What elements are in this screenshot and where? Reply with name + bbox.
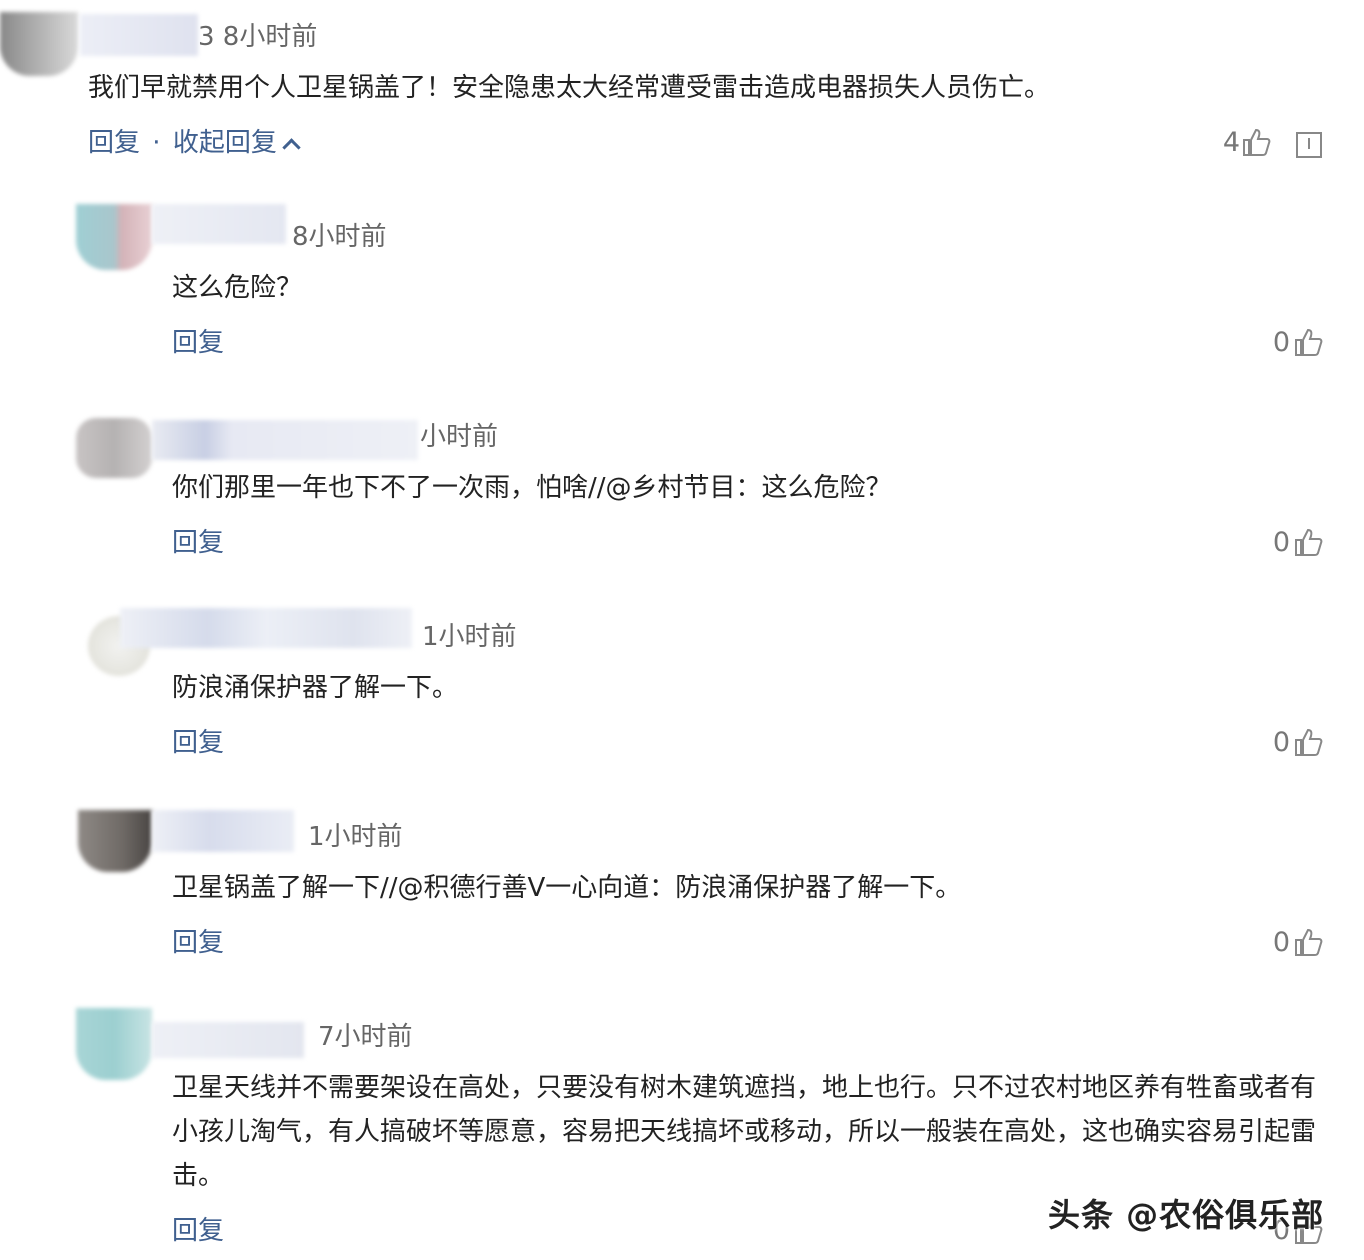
username-blurred[interactable] — [152, 810, 294, 852]
report-icon[interactable] — [1296, 132, 1322, 158]
reply-button[interactable]: 回复 — [172, 728, 224, 758]
watermark: 头条 @农俗俱乐部 — [1048, 1196, 1325, 1234]
comment-text: 卫星天线并不需要架设在高处，只要没有树木建筑遮挡，地上也行。只不过农村地区养有牲… — [172, 1073, 1317, 1191]
comment-text: 你们那里一年也下不了一次雨，怕啥//@乡村节目：这么危险？ — [172, 473, 892, 503]
collapse-replies-label[interactable]: 收起回复 — [173, 128, 277, 158]
avatar[interactable] — [76, 1008, 152, 1080]
reply-button[interactable]: 回复 — [172, 528, 224, 558]
comment-text: 卫星锅盖了解一下//@积德行善V一心向道：防浪涌保护器了解一下。 — [172, 873, 962, 903]
thumbs-up-icon[interactable] — [1240, 126, 1272, 158]
like-count: 0 — [1272, 727, 1290, 758]
like-count: 0 — [1272, 927, 1290, 958]
username-blurred[interactable] — [80, 14, 198, 56]
username-blurred[interactable] — [152, 1022, 304, 1058]
reply-label[interactable]: 回复 — [88, 128, 140, 158]
thumbs-up-icon[interactable] — [1292, 526, 1324, 558]
comment-time: 小时前 — [420, 422, 499, 452]
username-blurred[interactable] — [152, 420, 418, 460]
like-count: 0 — [1272, 327, 1290, 358]
reply-button[interactable]: 回复 — [172, 328, 224, 358]
avatar[interactable] — [0, 12, 78, 76]
avatar[interactable] — [76, 418, 152, 478]
comment-time: 1小时前 — [422, 622, 517, 652]
reply-button[interactable]: 回复 · 收起回复 — [88, 128, 301, 158]
comment-time: 7小时前 — [318, 1022, 413, 1052]
chevron-up-icon[interactable] — [282, 138, 301, 157]
comment-time: 3 8小时前 — [198, 22, 318, 52]
comment-text: 防浪涌保护器了解一下。 — [172, 673, 459, 703]
thumbs-up-icon[interactable] — [1292, 926, 1324, 958]
thumbs-up-icon[interactable] — [1292, 726, 1324, 758]
avatar[interactable] — [76, 204, 152, 270]
like-count: 4 — [1222, 127, 1240, 158]
like-count: 0 — [1272, 527, 1290, 558]
comment-text: 这么危险？ — [172, 273, 303, 303]
reply-button[interactable]: 回复 — [172, 1216, 224, 1246]
separator: · — [152, 128, 161, 158]
thumbs-up-icon[interactable] — [1292, 326, 1324, 358]
username-blurred[interactable] — [120, 608, 412, 648]
username-blurred[interactable] — [152, 204, 286, 244]
avatar[interactable] — [78, 810, 152, 872]
comment-text: 我们早就禁用个人卫星锅盖了！安全隐患太大经常遭受雷击造成电器损失人员伤亡。 — [88, 73, 1051, 103]
collapse-replies-button[interactable]: 收起回复 — [173, 128, 301, 158]
comment-time: 8小时前 — [292, 222, 387, 252]
reply-button[interactable]: 回复 — [172, 928, 224, 958]
comment-time: 1小时前 — [308, 822, 403, 852]
